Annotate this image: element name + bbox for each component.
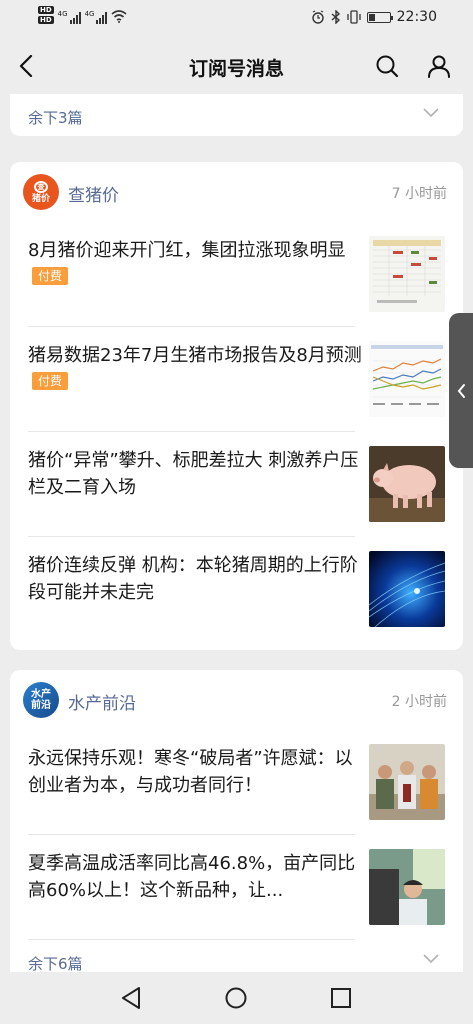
account-card-pig-price: 查 猪价 查猪价 7 小时前 8月猪价迎来开门红，集团拉涨现象明显付费 猪易数据… — [10, 162, 463, 650]
chevron-down-icon — [423, 954, 439, 964]
clock: 22:30 — [396, 9, 437, 25]
battery-icon — [366, 11, 393, 23]
article-title-text: 8月猪价迎来开门红，集团拉涨现象明显 — [28, 240, 346, 261]
account-logo-top: 水产 — [31, 689, 51, 700]
account-header[interactable]: 水产 前沿 水产前沿 2 小时前 — [10, 670, 463, 730]
chevron-left-icon — [457, 383, 465, 398]
article-item[interactable]: 8月猪价迎来开门红，集团拉涨现象明显付费 — [28, 222, 445, 327]
top-card: 余下3篇 — [10, 94, 463, 136]
user-icon — [428, 55, 450, 78]
paid-badge: 付费 — [32, 267, 69, 285]
account-name: 查猪价 — [68, 186, 119, 206]
more-articles-row[interactable]: 余下6篇 — [10, 940, 463, 972]
article-thumbnail — [369, 236, 445, 312]
alarm-icon — [311, 10, 324, 24]
article-item[interactable]: 永远保持乐观！寒冬“破局者”许愿斌：以创业者为本，与成功者同行！ — [28, 730, 445, 835]
account-time: 2 小时前 — [391, 694, 447, 710]
hd-badges: HD HD — [38, 6, 54, 24]
account-name: 水产前沿 — [68, 694, 136, 714]
hd-badge-2: HD — [38, 16, 54, 24]
article-thumbnail — [369, 551, 445, 627]
article-item[interactable]: 猪易数据23年7月生猪市场报告及8月预测付费 — [28, 327, 445, 432]
article-item[interactable]: 猪价“异常”攀升、标肥差拉大 刺激养户压栏及二育入场 — [28, 432, 445, 537]
account-card-aquaculture: 水产 前沿 水产前沿 2 小时前 永远保持乐观！寒冬“破局者”许愿斌：以创业者为… — [10, 670, 463, 972]
signal-icon-1: 4G — [58, 10, 81, 24]
article-title: 夏季高温成活率同比高46.8%，亩产同比高60%以上！这个新品种，让... — [28, 853, 356, 901]
bluetooth-icon — [331, 10, 340, 24]
article-title-text: 猪易数据23年7月生猪市场报告及8月预测 — [28, 345, 362, 366]
article-thumbnail — [369, 446, 445, 522]
article-thumbnail — [369, 849, 445, 925]
article-title: 猪价连续反弹 机构：本轮猪周期的上行阶段可能并未走完 — [28, 555, 358, 603]
article-thumbnail — [369, 341, 445, 417]
nav-recents-button[interactable] — [327, 984, 355, 1012]
profile-button[interactable] — [423, 50, 455, 82]
status-bar: HD HD 4G 4G 22:30 — [0, 0, 473, 38]
article-title: 永远保持乐观！寒冬“破局者”许愿斌：以创业者为本，与成功者同行！ — [28, 748, 353, 796]
article-thumbnail — [369, 744, 445, 820]
chevron-down-icon — [423, 108, 439, 118]
article-title: 8月猪价迎来开门红，集团拉涨现象明显付费 — [28, 237, 363, 291]
more-articles-label: 余下6篇 — [28, 954, 83, 973]
hd-badge-1: HD — [38, 6, 54, 14]
account-time: 7 小时前 — [391, 186, 447, 202]
signal-label-2: 4G — [84, 10, 95, 18]
account-logo-top: 查 — [34, 180, 48, 193]
paid-badge: 付费 — [32, 372, 69, 390]
more-articles-row[interactable]: 余下3篇 — [10, 94, 463, 136]
account-logo-bottom: 猪价 — [31, 193, 50, 204]
article-title: 猪易数据23年7月生猪市场报告及8月预测付费 — [28, 342, 363, 396]
nav-back-button[interactable] — [117, 984, 145, 1012]
vibrate-icon — [346, 10, 361, 24]
system-nav-bar — [0, 972, 473, 1024]
status-left: HD HD 4G 4G — [38, 6, 127, 24]
circle-home-icon — [225, 987, 247, 1009]
wifi-icon — [111, 10, 127, 23]
signal-label-1: 4G — [57, 10, 68, 18]
triangle-back-icon — [122, 987, 140, 1009]
square-recents-icon — [331, 988, 351, 1008]
message-feed[interactable]: 余下3篇 查 猪价 查猪价 7 小时前 8月猪价迎来开门红，集团拉涨现象明显付费 — [0, 94, 473, 972]
article-item[interactable]: 猪价连续反弹 机构：本轮猪周期的上行阶段可能并未走完 — [28, 537, 445, 642]
signal-icon-2: 4G — [85, 10, 108, 24]
search-icon — [376, 55, 399, 78]
title-bar: 订阅号消息 — [0, 38, 473, 94]
more-articles-label: 余下3篇 — [28, 108, 83, 127]
account-logo: 水产 前沿 — [23, 682, 59, 718]
account-header[interactable]: 查 猪价 查猪价 7 小时前 — [10, 162, 463, 222]
account-logo: 查 猪价 — [23, 174, 59, 210]
article-title: 猪价“异常”攀升、标肥差拉大 刺激养户压栏及二育入场 — [28, 450, 359, 498]
article-item[interactable]: 夏季高温成活率同比高46.8%，亩产同比高60%以上！这个新品种，让... — [28, 835, 445, 940]
status-right: 22:30 — [311, 9, 437, 25]
nav-home-button[interactable] — [222, 984, 250, 1012]
account-logo-bottom: 前沿 — [31, 700, 51, 711]
search-button[interactable] — [371, 50, 403, 82]
side-drawer-handle[interactable] — [449, 313, 473, 468]
